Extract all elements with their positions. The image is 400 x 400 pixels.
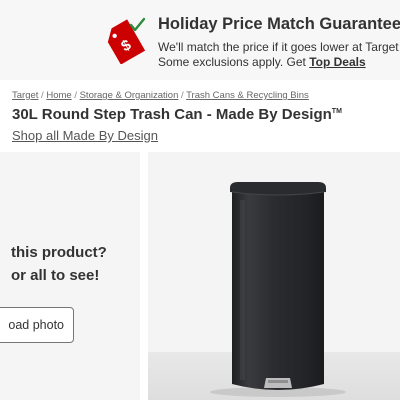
ugc-heading: this product? (11, 244, 107, 261)
breadcrumb-item-target[interactable]: Target (12, 90, 38, 101)
product-title-text: 30L Round Step Trash Can - Made By Desig… (12, 106, 332, 123)
breadcrumb-item-trash-cans[interactable]: Trash Cans & Recycling Bins (186, 90, 309, 101)
user-photos-panel: this product? or all to see! oad photo (0, 152, 140, 400)
breadcrumb: Target / Home / Storage & Organization /… (12, 90, 309, 101)
upload-photo-button[interactable]: oad photo (0, 307, 74, 343)
price-tag-dollar-icon: $ (104, 16, 148, 65)
product-title: 30L Round Step Trash Can - Made By Desig… (12, 106, 342, 123)
promo-line-1: We'll match the price if it goes lower a… (158, 40, 400, 54)
trash-can-image (148, 152, 400, 400)
breadcrumb-separator: / (74, 90, 77, 101)
breadcrumb-separator: / (181, 90, 184, 101)
product-image[interactable] (148, 152, 400, 400)
promo-line-2: Some exclusions apply. Get Top Deals (158, 55, 400, 70)
ugc-subheading: or all to see! (11, 267, 100, 284)
breadcrumb-item-storage-organization[interactable]: Storage & Organization (80, 90, 179, 101)
breadcrumb-item-home[interactable]: Home (46, 90, 71, 101)
breadcrumb-separator: / (41, 90, 44, 101)
shop-brand-link[interactable]: Shop all Made By Design (12, 128, 158, 143)
promo-banner: $ Holiday Price Match Guarantee We'll ma… (0, 0, 400, 80)
promo-title: Holiday Price Match Guarantee (158, 15, 400, 33)
promo-line-2-prefix: Some exclusions apply. Get (158, 54, 310, 69)
promo-text: We'll match the price if it goes lower a… (158, 40, 400, 69)
trademark-mark: TM (331, 108, 342, 115)
top-deals-link[interactable]: Top Deals (309, 55, 365, 69)
